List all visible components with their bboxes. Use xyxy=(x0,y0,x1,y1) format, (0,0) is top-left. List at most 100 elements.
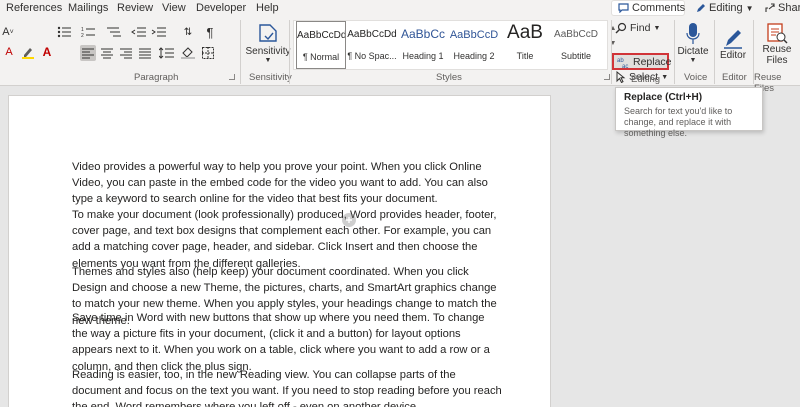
document-paragraph[interactable]: To make your document (look professional… xyxy=(72,207,502,272)
tooltip-title: Replace (Ctrl+H) xyxy=(624,92,703,103)
style-sample: AaBbCcDd xyxy=(347,29,397,40)
tab-help[interactable]: Help xyxy=(256,2,279,14)
borders-icon[interactable] xyxy=(200,45,216,61)
comments-button[interactable]: Comments xyxy=(611,0,685,16)
reuse-files-button[interactable]: Reuse Files xyxy=(756,19,798,69)
watermark-icon xyxy=(342,213,356,227)
dictate-label: Dictate xyxy=(677,46,709,57)
voice-group-label: Voice xyxy=(684,72,708,83)
editor-group-label: Editor xyxy=(722,72,747,83)
find-label: Find xyxy=(630,22,651,34)
styles-group-label: Styles xyxy=(436,72,462,83)
align-left-button[interactable] xyxy=(80,45,96,61)
comments-label: Comments xyxy=(632,2,686,14)
tooltip-description: Search for text you'd like to change, an… xyxy=(624,106,733,138)
replace-icon: abac xyxy=(617,58,628,68)
reuse-files-label: Reuse Files xyxy=(762,44,792,66)
sensitivity-group-label: Sensitivity xyxy=(249,72,292,83)
tab-view[interactable]: View xyxy=(162,2,186,14)
group-divider xyxy=(714,20,715,84)
group-divider xyxy=(674,20,675,84)
sort-icon[interactable]: ⇅ xyxy=(180,25,196,39)
style-sample: AaBbCc xyxy=(400,27,446,41)
style-title[interactable]: AaB Title xyxy=(500,21,550,69)
style-no-spacing[interactable]: AaBbCcDd ¶ No Spac... xyxy=(347,21,397,69)
align-right-button[interactable] xyxy=(118,45,134,61)
style-name: Heading 2 xyxy=(453,51,495,61)
cursor-arrow-icon xyxy=(616,71,626,83)
align-center-button[interactable] xyxy=(99,45,115,61)
font-size-icon[interactable]: A ˅ xyxy=(2,25,14,39)
increase-indent-icon[interactable] xyxy=(150,25,168,39)
multilevel-list-icon[interactable] xyxy=(105,25,123,39)
tab-developer[interactable]: Developer xyxy=(196,2,246,14)
comment-icon xyxy=(618,3,629,13)
style-name: Subtitle xyxy=(560,51,592,61)
text-color-icon[interactable]: A xyxy=(40,45,54,59)
document-page[interactable]: Video provides a powerful way to help yo… xyxy=(8,95,551,407)
document-paragraph[interactable]: Reading is easier, too, in the new Readi… xyxy=(72,367,502,407)
style-name: Heading 1 xyxy=(402,51,444,61)
ribbon: A ˅ A A 12 ⇅ ¶ Paragraph Sensitivity ▼ S… xyxy=(0,17,800,94)
style-name: ¶ No Spac... xyxy=(347,51,397,61)
decrease-indent-icon[interactable] xyxy=(130,25,148,39)
editor-button[interactable]: Editor xyxy=(717,19,749,67)
svg-text:ac: ac xyxy=(622,64,628,68)
style-normal[interactable]: AaBbCcDd ¶ Normal xyxy=(296,21,346,69)
paragraph-group-label: Paragraph xyxy=(134,72,179,83)
group-divider xyxy=(240,20,241,84)
editing-group-label: Editing xyxy=(631,74,661,85)
replace-tooltip: Replace (Ctrl+H) Search for text you'd l… xyxy=(615,87,763,138)
editing-label: Editing xyxy=(709,2,743,14)
replace-button[interactable]: ab ac Replace xyxy=(617,55,672,69)
shading-icon[interactable] xyxy=(180,45,196,61)
ribbon-tab-bar: References Mailings Review View Develope… xyxy=(0,0,800,17)
sensitivity-icon xyxy=(259,24,277,42)
style-heading-1[interactable]: AaBbCc Heading 1 xyxy=(398,21,448,69)
reuse-files-icon xyxy=(767,23,788,44)
chevron-down-icon: ▼ xyxy=(653,24,661,32)
document-paragraph[interactable]: Video provides a powerful way to help yo… xyxy=(72,159,502,208)
style-subtitle[interactable]: AaBbCcD Subtitle xyxy=(551,21,601,69)
chevron-down-icon: ▼ xyxy=(689,57,697,64)
style-sample: AaB xyxy=(507,22,543,43)
chevron-down-icon: ▼ xyxy=(661,73,669,81)
editor-label: Editor xyxy=(719,49,747,61)
share-button[interactable]: Share xyxy=(759,0,800,16)
chevron-down-icon: ▼ xyxy=(264,57,272,64)
pencil-icon xyxy=(697,4,705,12)
sensitivity-label: Sensitivity xyxy=(245,46,291,57)
show-formatting-icon[interactable]: ¶ xyxy=(203,25,217,40)
document-paragraph[interactable]: Save time in Word with new buttons that … xyxy=(72,310,502,375)
tab-mailings[interactable]: Mailings xyxy=(68,2,108,14)
style-sample: AaBbCcDd xyxy=(297,30,345,41)
sensitivity-button[interactable]: Sensitivity ▼ xyxy=(245,19,291,67)
style-sample: AaBbCcD xyxy=(449,29,499,41)
svg-text:2: 2 xyxy=(81,33,84,38)
dictate-button[interactable]: Dictate ▼ xyxy=(677,19,709,67)
styles-dialog-launcher[interactable] xyxy=(604,74,610,80)
find-button[interactable]: Find ▼ xyxy=(615,21,660,35)
tab-review[interactable]: Review xyxy=(117,2,153,14)
bullets-icon[interactable] xyxy=(56,25,74,39)
justify-button[interactable] xyxy=(137,45,153,61)
tab-references[interactable]: References xyxy=(6,2,62,14)
paragraph-dialog-launcher[interactable] xyxy=(229,74,235,80)
group-divider xyxy=(289,20,290,84)
font-color-icon[interactable]: A xyxy=(2,45,16,59)
numbering-icon[interactable]: 12 xyxy=(80,25,98,39)
line-spacing-icon[interactable] xyxy=(158,45,176,61)
search-icon xyxy=(615,22,627,34)
highlight-color-icon[interactable] xyxy=(20,45,36,59)
style-sample: AaBbCcD xyxy=(554,29,598,40)
styles-gallery: AaBbCcDd ¶ Normal AaBbCcDd ¶ No Spac... … xyxy=(293,20,608,70)
editor-pen-icon xyxy=(724,29,742,49)
chevron-down-icon: ▼ xyxy=(745,3,754,13)
style-name: Title xyxy=(516,51,534,61)
microphone-icon xyxy=(686,23,700,44)
group-divider xyxy=(611,20,612,84)
style-heading-2[interactable]: AaBbCcD Heading 2 xyxy=(449,21,499,69)
share-icon xyxy=(765,3,775,12)
style-name: ¶ Normal xyxy=(302,52,340,62)
editing-mode-button[interactable]: Editing ▼ xyxy=(690,0,756,16)
